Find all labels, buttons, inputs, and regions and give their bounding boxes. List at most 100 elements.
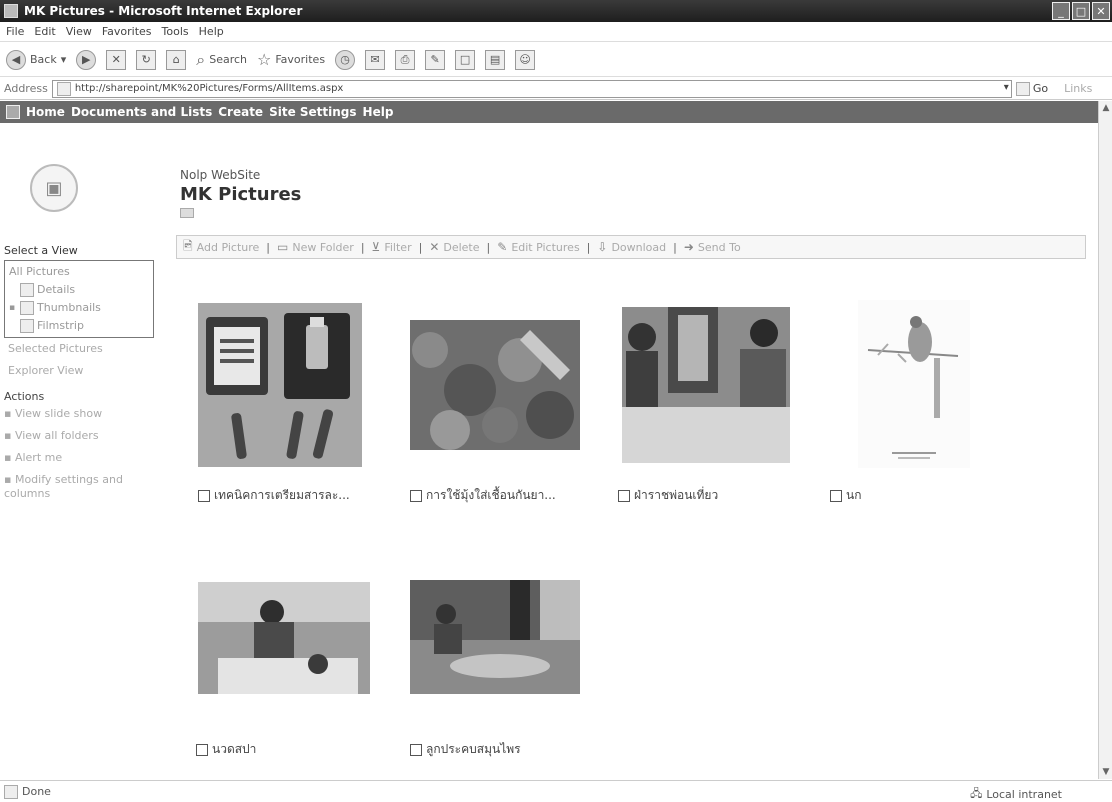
action-alert-me[interactable]: ▪ Alert me — [0, 447, 162, 469]
research-icon[interactable]: ▤ — [485, 49, 506, 70]
menu-view[interactable]: View — [66, 25, 92, 38]
menu-favorites[interactable]: Favorites — [102, 25, 152, 38]
address-input[interactable]: http://sharepoint/MK%20Pictures/Forms/Al… — [51, 79, 1012, 98]
print-icon[interactable]: ⎙ — [395, 49, 416, 70]
star-icon: ☆ — [257, 50, 272, 69]
topnav-home[interactable]: Home — [26, 105, 65, 119]
menu-edit[interactable]: Edit — [34, 25, 55, 38]
thumbnails-icon — [20, 301, 34, 315]
select-view-heading: Select a View — [4, 244, 78, 257]
favorites-label: Favorites — [275, 53, 326, 66]
picture-caption: เทคนิคการเตรียมสารละ... — [198, 486, 350, 505]
edit-pictures-button[interactable]: Edit Pictures — [511, 241, 579, 254]
topnav-documents-and-lists[interactable]: Documents and Lists — [71, 105, 212, 119]
stop-icon[interactable]: ✕ — [106, 49, 127, 70]
picture-image — [858, 300, 970, 468]
download-button[interactable]: Download — [611, 241, 666, 254]
view-details[interactable]: Details — [9, 281, 149, 299]
view-explorer[interactable]: Explorer View — [0, 360, 162, 382]
view-label: Filmstrip — [37, 319, 84, 332]
add-picture-button[interactable]: Add Picture — [197, 241, 260, 254]
title-bar: MK Pictures - Microsoft Internet Explore… — [0, 0, 1112, 22]
sharepoint-icon — [6, 105, 20, 119]
chevron-down-icon[interactable]: ▾ — [1004, 82, 1009, 93]
menu-file[interactable]: File — [6, 25, 24, 38]
caption-label[interactable]: เทคนิคการเตรียมสารละ... — [214, 486, 350, 505]
topnav-help[interactable]: Help — [363, 105, 394, 119]
view-selected-pictures[interactable]: Selected Pictures — [0, 338, 162, 360]
home-icon[interactable]: ⌂ — [166, 49, 187, 70]
details-icon — [20, 283, 34, 297]
send-to-icon: ➜ — [683, 240, 694, 254]
filmstrip-icon — [20, 319, 34, 333]
action-view-all-folders[interactable]: ▪ View all folders — [0, 425, 162, 447]
sharepoint-topnav: Home Documents and Lists Create Site Set… — [0, 101, 1098, 123]
picture-thumbnail[interactable] — [622, 307, 790, 463]
select-checkbox[interactable] — [410, 743, 422, 756]
view-filmstrip[interactable]: Filmstrip — [9, 317, 149, 335]
select-checkbox[interactable] — [618, 489, 630, 502]
menu-help[interactable]: Help — [199, 25, 224, 38]
view-label: Thumbnails — [37, 301, 101, 314]
delete-button[interactable]: Delete — [443, 241, 479, 254]
send-to-button[interactable]: Send To — [698, 241, 741, 254]
maximize-button[interactable]: □ — [1072, 2, 1090, 20]
picture-thumbnail[interactable] — [198, 582, 370, 694]
caption-label[interactable]: ฝ่าราชพ่อนเที่ยว — [634, 486, 718, 505]
caption-label[interactable]: ลูกประคบสมุนไพร — [426, 740, 521, 759]
new-folder-button[interactable]: New Folder — [292, 241, 353, 254]
search-icon: ⌕ — [196, 49, 206, 69]
select-checkbox[interactable] — [198, 489, 210, 502]
picture-thumbnail[interactable] — [410, 320, 580, 450]
select-checkbox[interactable] — [830, 489, 842, 502]
picture-caption: การใช้มุ้งใส่เชื้อนกันยา... — [410, 486, 556, 505]
menu-tools[interactable]: Tools — [162, 25, 189, 38]
links-button[interactable]: Links — [1064, 82, 1092, 95]
picture-caption: นวดสปา — [196, 740, 256, 759]
history-icon[interactable]: ◷ — [335, 49, 356, 70]
back-arrow-icon: ◀ — [6, 49, 26, 70]
filter-button[interactable]: Filter — [384, 241, 411, 254]
new-folder-icon: ▭ — [277, 240, 289, 254]
go-button[interactable]: Go — [1015, 81, 1049, 96]
picture-image — [410, 320, 580, 450]
caption-label[interactable]: นวดสปา — [212, 740, 256, 759]
picture-image — [622, 307, 790, 463]
topnav-site-settings[interactable]: Site Settings — [269, 105, 356, 119]
discuss-icon[interactable]: □ — [455, 49, 476, 70]
action-view-slide-show[interactable]: ▪ View slide show — [0, 403, 162, 425]
minimize-button[interactable]: _ — [1052, 2, 1070, 20]
view-all-pictures[interactable]: All Pictures — [9, 263, 149, 281]
action-label: View all folders — [14, 429, 99, 442]
left-navigation: Select a View All Pictures Details ▪ Thu… — [0, 244, 162, 501]
site-name[interactable]: Nolp WebSite — [180, 168, 260, 182]
refresh-icon[interactable]: ↻ — [136, 49, 157, 70]
go-label: Go — [1032, 82, 1049, 95]
picture-thumbnail[interactable] — [410, 580, 580, 694]
action-modify-settings[interactable]: ▪ Modify settings and columns — [0, 469, 150, 501]
back-button[interactable]: ◀ Back ▾ — [6, 49, 66, 70]
messenger-icon[interactable]: ☺ — [515, 49, 536, 70]
vertical-scrollbar[interactable]: ▲ ▼ — [1098, 101, 1112, 779]
topnav-create[interactable]: Create — [218, 105, 263, 119]
favorites-button[interactable]: ☆ Favorites — [257, 50, 325, 69]
caption-label[interactable]: นก — [846, 486, 861, 505]
address-url: http://sharepoint/MK%20Pictures/Forms/Al… — [74, 83, 344, 94]
close-button[interactable]: ✕ — [1092, 2, 1110, 20]
view-thumbnails[interactable]: ▪ Thumbnails — [9, 299, 149, 317]
select-checkbox[interactable] — [196, 743, 208, 756]
select-checkbox[interactable] — [410, 489, 422, 502]
picture-thumbnail[interactable] — [198, 303, 362, 467]
browser-toolbar: ◀ Back ▾ ▶ ✕ ↻ ⌂ ⌕ Search ☆ Favorites ◷ … — [0, 43, 1112, 77]
edit-icon[interactable]: ✎ — [425, 49, 446, 70]
forward-button[interactable]: ▶ — [76, 49, 97, 70]
scroll-up-icon[interactable]: ▲ — [1099, 101, 1112, 115]
search-button[interactable]: ⌕ Search — [196, 50, 247, 70]
page-icon — [56, 81, 71, 96]
caption-label[interactable]: การใช้มุ้งใส่เชื้อนกันยา... — [426, 486, 556, 505]
address-label: Address — [4, 82, 48, 95]
scroll-down-icon[interactable]: ▼ — [1099, 765, 1112, 779]
action-label: Alert me — [14, 451, 63, 464]
picture-thumbnail[interactable] — [858, 300, 970, 468]
mail-icon[interactable]: ✉ — [365, 49, 386, 70]
